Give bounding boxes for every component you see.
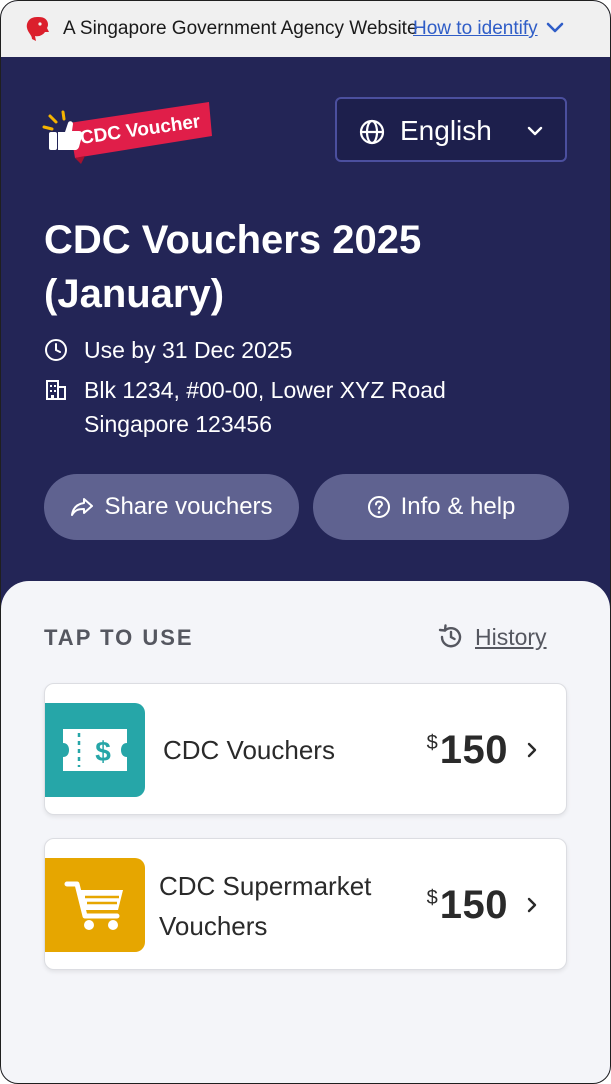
how-to-identify-link[interactable]: How to identify bbox=[413, 18, 538, 40]
share-vouchers-button[interactable]: Share vouchers bbox=[44, 474, 299, 540]
share-arrow-icon bbox=[71, 498, 94, 516]
address-line-1: Blk 1234, #00-00, Lower XYZ Road bbox=[84, 377, 446, 403]
supermarket-label-line-1: CDC Supermarket bbox=[159, 871, 372, 901]
use-by-text: Use by 31 Dec 2025 bbox=[84, 337, 293, 363]
history-label: History bbox=[475, 623, 547, 650]
cdc-vouchers-amount: $ 150 bbox=[427, 728, 508, 773]
amount-value: 150 bbox=[439, 883, 508, 927]
language-label: English bbox=[400, 115, 492, 146]
cdc-supermarket-vouchers-card[interactable]: CDC Supermarket Vouchers $ 150 bbox=[44, 838, 567, 970]
chevron-down-icon bbox=[527, 126, 543, 136]
building-icon bbox=[46, 380, 66, 400]
currency-symbol: $ bbox=[426, 732, 438, 754]
language-selector[interactable]: English bbox=[335, 97, 567, 162]
amount-value: 150 bbox=[439, 728, 508, 772]
supermarket-label-line-2: Vouchers bbox=[159, 911, 268, 941]
globe-icon bbox=[359, 119, 385, 145]
help-circle-icon bbox=[367, 496, 390, 518]
currency-symbol: $ bbox=[426, 887, 438, 909]
svg-text:$: $ bbox=[95, 736, 111, 767]
history-link[interactable]: History bbox=[437, 621, 547, 653]
supermarket-amount: $ 150 bbox=[427, 883, 508, 928]
page-title: CDC Vouchers 2025 (January) bbox=[44, 213, 564, 321]
shopping-cart-icon bbox=[45, 858, 145, 952]
share-vouchers-label: Share vouchers bbox=[104, 493, 273, 520]
gov-masthead: A Singapore Government Agency Website Ho… bbox=[1, 1, 610, 57]
gov-masthead-text: A Singapore Government Agency Website bbox=[63, 18, 418, 39]
app-frame: A Singapore Government Agency Website Ho… bbox=[0, 0, 611, 1084]
singapore-lion-icon bbox=[26, 17, 49, 41]
voucher-header: CDC Voucher English CDC Vouchers 2025 (J… bbox=[1, 57, 610, 597]
chevron-down-icon[interactable] bbox=[546, 21, 564, 35]
clock-icon bbox=[45, 339, 67, 361]
chevron-right-icon bbox=[527, 897, 537, 913]
section-label: TAP TO USE bbox=[44, 625, 194, 650]
title-line-2: (January) bbox=[44, 272, 225, 316]
history-icon bbox=[438, 624, 462, 648]
info-help-button[interactable]: Info & help bbox=[313, 474, 569, 540]
voucher-list-panel: TAP TO USE History $ CDC Vouchers $ 150 … bbox=[1, 581, 610, 1083]
title-line-1: CDC Vouchers 2025 bbox=[44, 218, 422, 262]
cdc-voucher-logo[interactable]: CDC Voucher bbox=[41, 101, 213, 165]
info-help-label: Info & help bbox=[400, 493, 516, 520]
cdc-vouchers-card[interactable]: $ CDC Vouchers $ 150 bbox=[44, 683, 567, 815]
voucher-ticket-icon: $ bbox=[45, 703, 145, 797]
address-line-2: Singapore 123456 bbox=[84, 411, 272, 437]
chevron-right-icon bbox=[527, 742, 537, 758]
cdc-vouchers-label: CDC Vouchers bbox=[163, 735, 335, 765]
